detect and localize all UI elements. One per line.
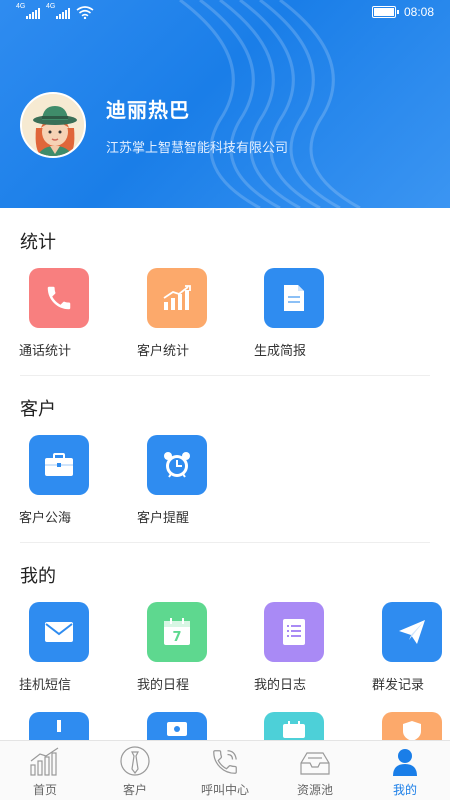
id-card-icon (147, 712, 207, 740)
home-chart-icon (30, 747, 59, 776)
paper-plane-icon (382, 602, 442, 662)
inbox-tray-icon (300, 752, 330, 775)
tile-generate-report[interactable]: 生成简报 (254, 268, 334, 359)
tile-customer-reminder[interactable]: 客户提醒 (137, 435, 217, 526)
battery-icon (371, 6, 399, 18)
sim2-label: 4G (46, 3, 56, 10)
tile-call-stats[interactable]: 通话统计 (19, 268, 99, 359)
tile-label: 生成简报 (254, 343, 307, 358)
tile-customer-pool[interactable]: 客户公海 (19, 435, 99, 526)
document-icon (264, 268, 324, 328)
user-name: 迪丽热巴 (106, 100, 190, 122)
bar-chart-icon (147, 268, 207, 328)
tile-label: 挂机短信 (19, 677, 72, 692)
alarm-clock-icon (147, 435, 207, 495)
tile-partial[interactable] (137, 712, 217, 740)
tab-customer[interactable]: 客户 (90, 741, 180, 800)
calendar-icon (264, 712, 324, 740)
tile-partial[interactable] (372, 712, 450, 740)
tile-label: 客户公海 (19, 510, 72, 525)
tile-bulk-send-records[interactable]: 群发记录 (372, 602, 450, 693)
phone-call-icon (213, 750, 237, 774)
section-divider (20, 375, 430, 376)
mail-icon (29, 602, 89, 662)
tile-label: 通话统计 (19, 343, 72, 358)
section-title-customer: 客户 (20, 399, 56, 419)
tab-label: 我的 (392, 783, 417, 797)
tile-customer-stats[interactable]: 客户统计 (137, 268, 217, 359)
tab-label: 首页 (32, 783, 57, 797)
tab-label: 呼叫中心 (200, 783, 249, 797)
tile-partial[interactable] (254, 712, 334, 740)
briefcase-icon (29, 435, 89, 495)
sim1-label: 4G (16, 3, 26, 10)
section-divider (20, 542, 430, 543)
notepad-icon (264, 602, 324, 662)
shield-icon (382, 712, 442, 740)
section-title-mine: 我的 (20, 566, 56, 586)
status-time: 08:08 (403, 5, 434, 19)
tile-my-log[interactable]: 我的日志 (254, 602, 334, 693)
avatar[interactable] (20, 92, 86, 158)
bottom-tab-bar: 首页 客户 呼叫中心 资源池 我的 (0, 740, 450, 800)
tile-label: 群发记录 (372, 677, 425, 692)
tab-label: 客户 (122, 783, 147, 797)
tile-label: 客户统计 (137, 343, 190, 358)
profile-header: 4G 4G 08:08 迪丽热巴 江苏掌上智慧智能科技有限公司 (0, 0, 450, 208)
tile-partial[interactable] (19, 712, 99, 740)
tab-label: 资源池 (296, 783, 333, 797)
customer-tie-icon (120, 746, 150, 776)
tab-home[interactable]: 首页 (0, 741, 90, 800)
signal-icon: 4G (46, 3, 70, 19)
pin-icon (29, 712, 89, 740)
tab-mine[interactable]: 我的 (360, 741, 450, 800)
tile-hangup-sms[interactable]: 挂机短信 (19, 602, 99, 693)
main-content: 统计 通话统计 客户统计 生成简报 客户 客户公海 客户提醒 我的 挂机短信 7… (0, 208, 450, 740)
section-title-stats: 统计 (20, 232, 56, 252)
person-icon (393, 749, 417, 776)
tile-label: 我的日志 (254, 677, 307, 692)
tile-my-schedule[interactable]: 7 我的日程 (137, 602, 217, 693)
tab-call-center[interactable]: 呼叫中心 (180, 741, 270, 800)
signal-icon: 4G (16, 3, 40, 19)
tile-label: 客户提醒 (137, 510, 190, 525)
company-name: 江苏掌上智慧智能科技有限公司 (106, 140, 289, 155)
status-bar: 4G 4G 08:08 (0, 0, 450, 26)
tab-resource-pool[interactable]: 资源池 (270, 741, 360, 800)
tile-label: 我的日程 (137, 677, 190, 692)
phone-icon (29, 268, 89, 328)
svg-text:7: 7 (172, 630, 181, 645)
calendar-icon: 7 (147, 602, 207, 662)
wifi-icon (76, 6, 94, 19)
